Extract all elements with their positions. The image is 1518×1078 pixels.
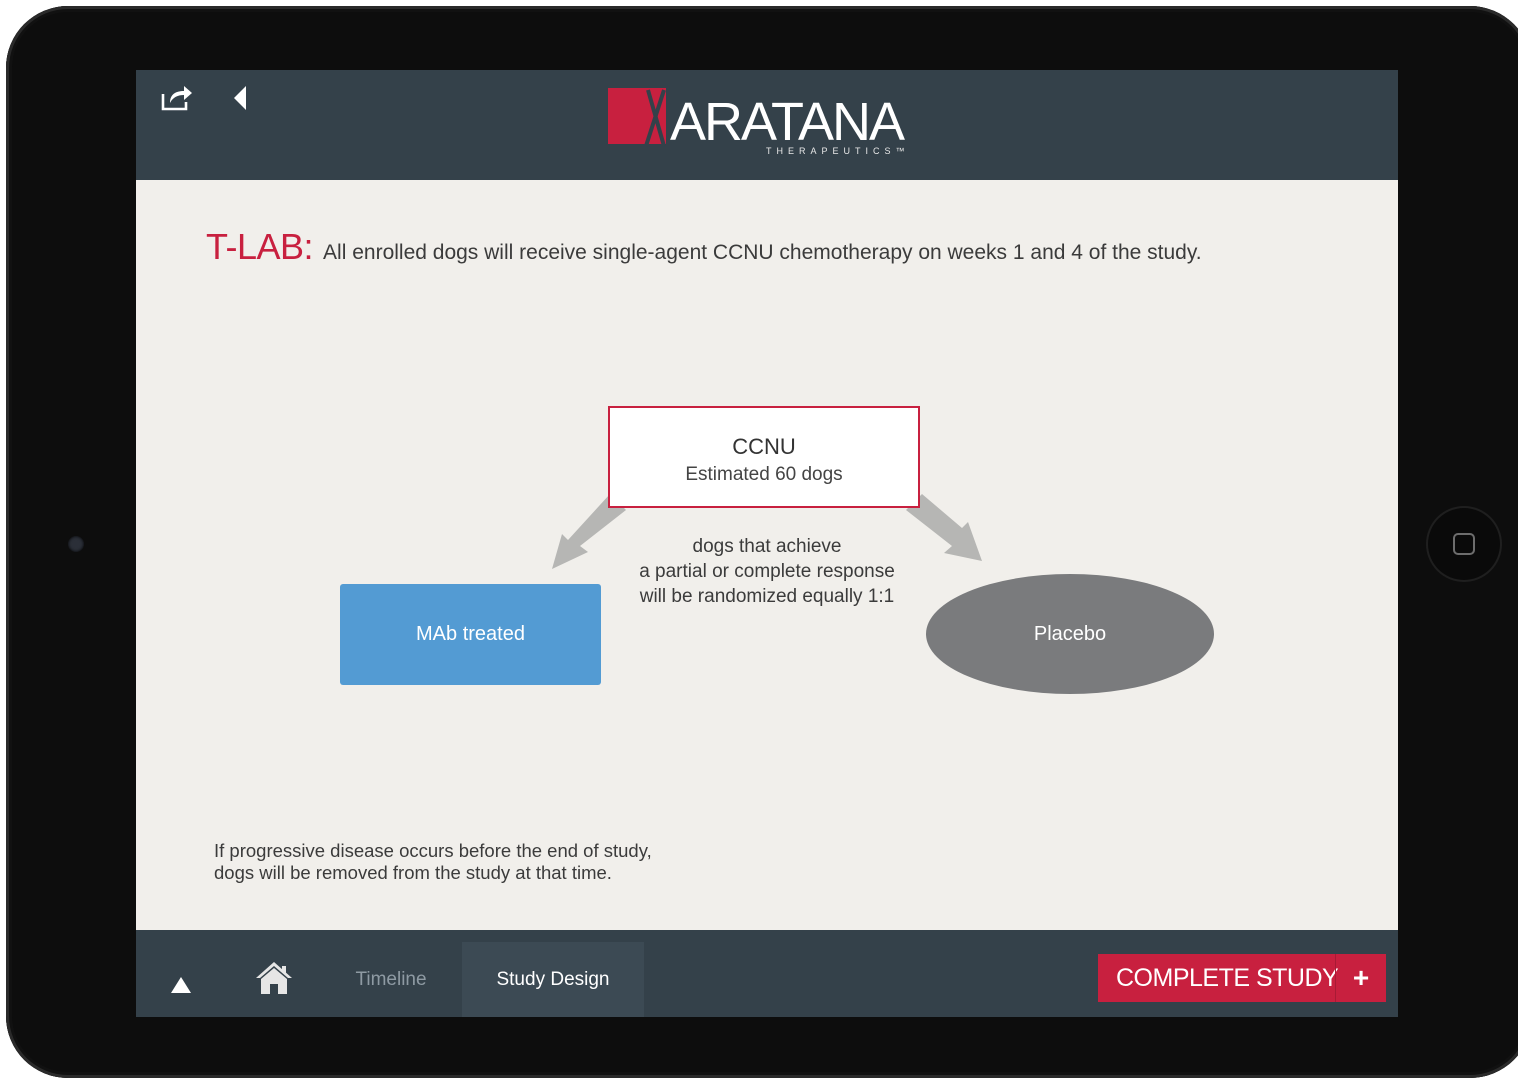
- home-icon[interactable]: [254, 960, 294, 996]
- randomization-note: dogs that achieve a partial or complete …: [606, 534, 928, 609]
- footnote-line: dogs will be removed from the study at t…: [214, 862, 612, 883]
- plus-icon: +: [1335, 954, 1386, 1002]
- tab-timeline-label: Timeline: [355, 968, 427, 990]
- note-line: dogs that achieve: [692, 536, 842, 557]
- mab-treated-label: MAb treated: [416, 623, 525, 645]
- ccnu-title: CCNU: [732, 434, 796, 459]
- note-line: a partial or complete response: [639, 561, 895, 582]
- placebo-label: Placebo: [1033, 622, 1107, 645]
- footnote: If progressive disease occurs before the…: [214, 840, 652, 884]
- triangle-up-icon[interactable]: [170, 976, 192, 994]
- complete-study-label: COMPLETE STUDY: [1116, 963, 1339, 992]
- device-home-button[interactable]: [1428, 508, 1500, 580]
- complete-study-button[interactable]: COMPLETE STUDY +: [1098, 954, 1386, 1002]
- tab-study-design-label: Study Design: [496, 968, 610, 990]
- placebo-ellipse: Placebo: [926, 574, 1214, 694]
- tab-study-design[interactable]: Study Design: [462, 942, 644, 1017]
- footnote-line: If progressive disease occurs before the…: [214, 840, 652, 861]
- tab-timeline[interactable]: Timeline: [322, 942, 460, 1017]
- mab-treated-box: MAb treated: [340, 584, 601, 685]
- ccnu-subtitle: Estimated 60 dogs: [685, 464, 843, 485]
- note-line: will be randomized equally 1:1: [639, 586, 895, 607]
- camera-icon: [68, 536, 84, 552]
- bottom-nav: Timeline Study Design COMPLETE STUDY +: [136, 930, 1398, 1017]
- app-screen: ARATANA THERAPEUTICS™ T-LAB: All enrolled…: [136, 70, 1398, 1017]
- ccnu-box: CCNU Estimated 60 dogs: [608, 406, 920, 508]
